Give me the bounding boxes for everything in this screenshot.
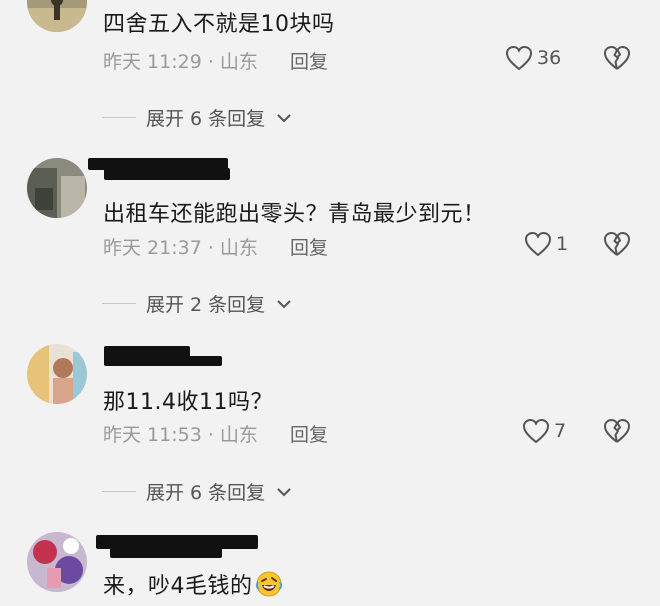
- like-button[interactable]: 1: [524, 231, 568, 257]
- comment-location: 山东: [219, 237, 258, 259]
- comment-text: 出租车还能跑出零头？青岛最少到元！: [103, 202, 486, 227]
- rolling-on-floor-laughing-emoji: [255, 571, 282, 597]
- chevron-down-icon: [277, 299, 291, 308]
- meta-separator: ·: [201, 424, 220, 446]
- like-count: 36: [537, 47, 562, 69]
- comment-time: 昨天 11:53: [103, 424, 202, 446]
- like-count: 1: [556, 233, 569, 255]
- expand-label: 展开 2 条回复: [146, 294, 266, 316]
- comment-text: 那11.4收11吗？: [103, 390, 273, 415]
- comment-time: 昨天 21:37: [103, 237, 202, 259]
- chevron-down-icon: [277, 487, 291, 496]
- avatar[interactable]: [27, 158, 87, 218]
- comment-item: 来，吵4毛钱的: [0, 526, 660, 606]
- redacted-username: [104, 356, 222, 366]
- heart-outline-icon: [524, 231, 552, 257]
- comment-meta: 昨天 11:29 · 山东: [103, 47, 258, 74]
- comment-time: 昨天 11:29: [103, 51, 202, 73]
- meta-separator: ·: [201, 51, 220, 73]
- comment-meta: 昨天 11:53 · 山东: [103, 420, 258, 447]
- expand-label: 展开 6 条回复: [146, 108, 266, 130]
- expand-divider: [102, 117, 136, 118]
- comment-text: 来，吵4毛钱的: [103, 568, 283, 600]
- reply-button[interactable]: 回复: [290, 420, 328, 447]
- redacted-username: [104, 168, 230, 180]
- heart-outline-icon: [522, 418, 550, 444]
- expand-divider: [102, 491, 136, 492]
- reply-button[interactable]: 回复: [290, 47, 328, 74]
- comment-location: 山东: [219, 51, 258, 73]
- broken-heart-icon: [604, 46, 630, 70]
- comment-item: 那11.4收11吗？ 昨天 11:53 · 山东 回复 7 展开 6 条回复: [0, 338, 660, 508]
- chevron-down-icon: [277, 113, 291, 122]
- redacted-username: [110, 546, 222, 558]
- avatar[interactable]: [27, 0, 87, 32]
- like-button[interactable]: 36: [505, 45, 561, 71]
- avatar[interactable]: [27, 344, 87, 404]
- expand-replies-button[interactable]: 展开 6 条回复: [102, 104, 291, 131]
- reply-button[interactable]: 回复: [290, 233, 328, 260]
- expand-label: 展开 6 条回复: [146, 482, 266, 504]
- comment-item: 四舍五入不就是10块吗 昨天 11:29 · 山东 回复 36 展开 6 条回复: [0, 0, 660, 140]
- broken-heart-icon: [604, 232, 630, 256]
- comment-text-content: 来，吵4毛钱的: [103, 574, 253, 599]
- comment-meta: 昨天 21:37 · 山东: [103, 233, 258, 260]
- broken-heart-icon: [604, 419, 630, 443]
- comment-item: 出租车还能跑出零头？青岛最少到元！ 昨天 21:37 · 山东 回复 1 展开 …: [0, 150, 660, 320]
- comment-text: 四舍五入不就是10块吗: [103, 12, 335, 37]
- expand-replies-button[interactable]: 展开 6 条回复: [102, 478, 291, 505]
- meta-separator: ·: [201, 237, 220, 259]
- dislike-button[interactable]: [603, 231, 631, 261]
- dislike-button[interactable]: [603, 418, 631, 448]
- like-count: 7: [554, 420, 567, 442]
- comment-location: 山东: [219, 424, 258, 446]
- dislike-button[interactable]: [603, 45, 631, 75]
- like-button[interactable]: 7: [522, 418, 566, 444]
- avatar[interactable]: [27, 532, 87, 592]
- heart-outline-icon: [505, 45, 533, 71]
- expand-replies-button[interactable]: 展开 2 条回复: [102, 290, 291, 317]
- expand-divider: [102, 303, 136, 304]
